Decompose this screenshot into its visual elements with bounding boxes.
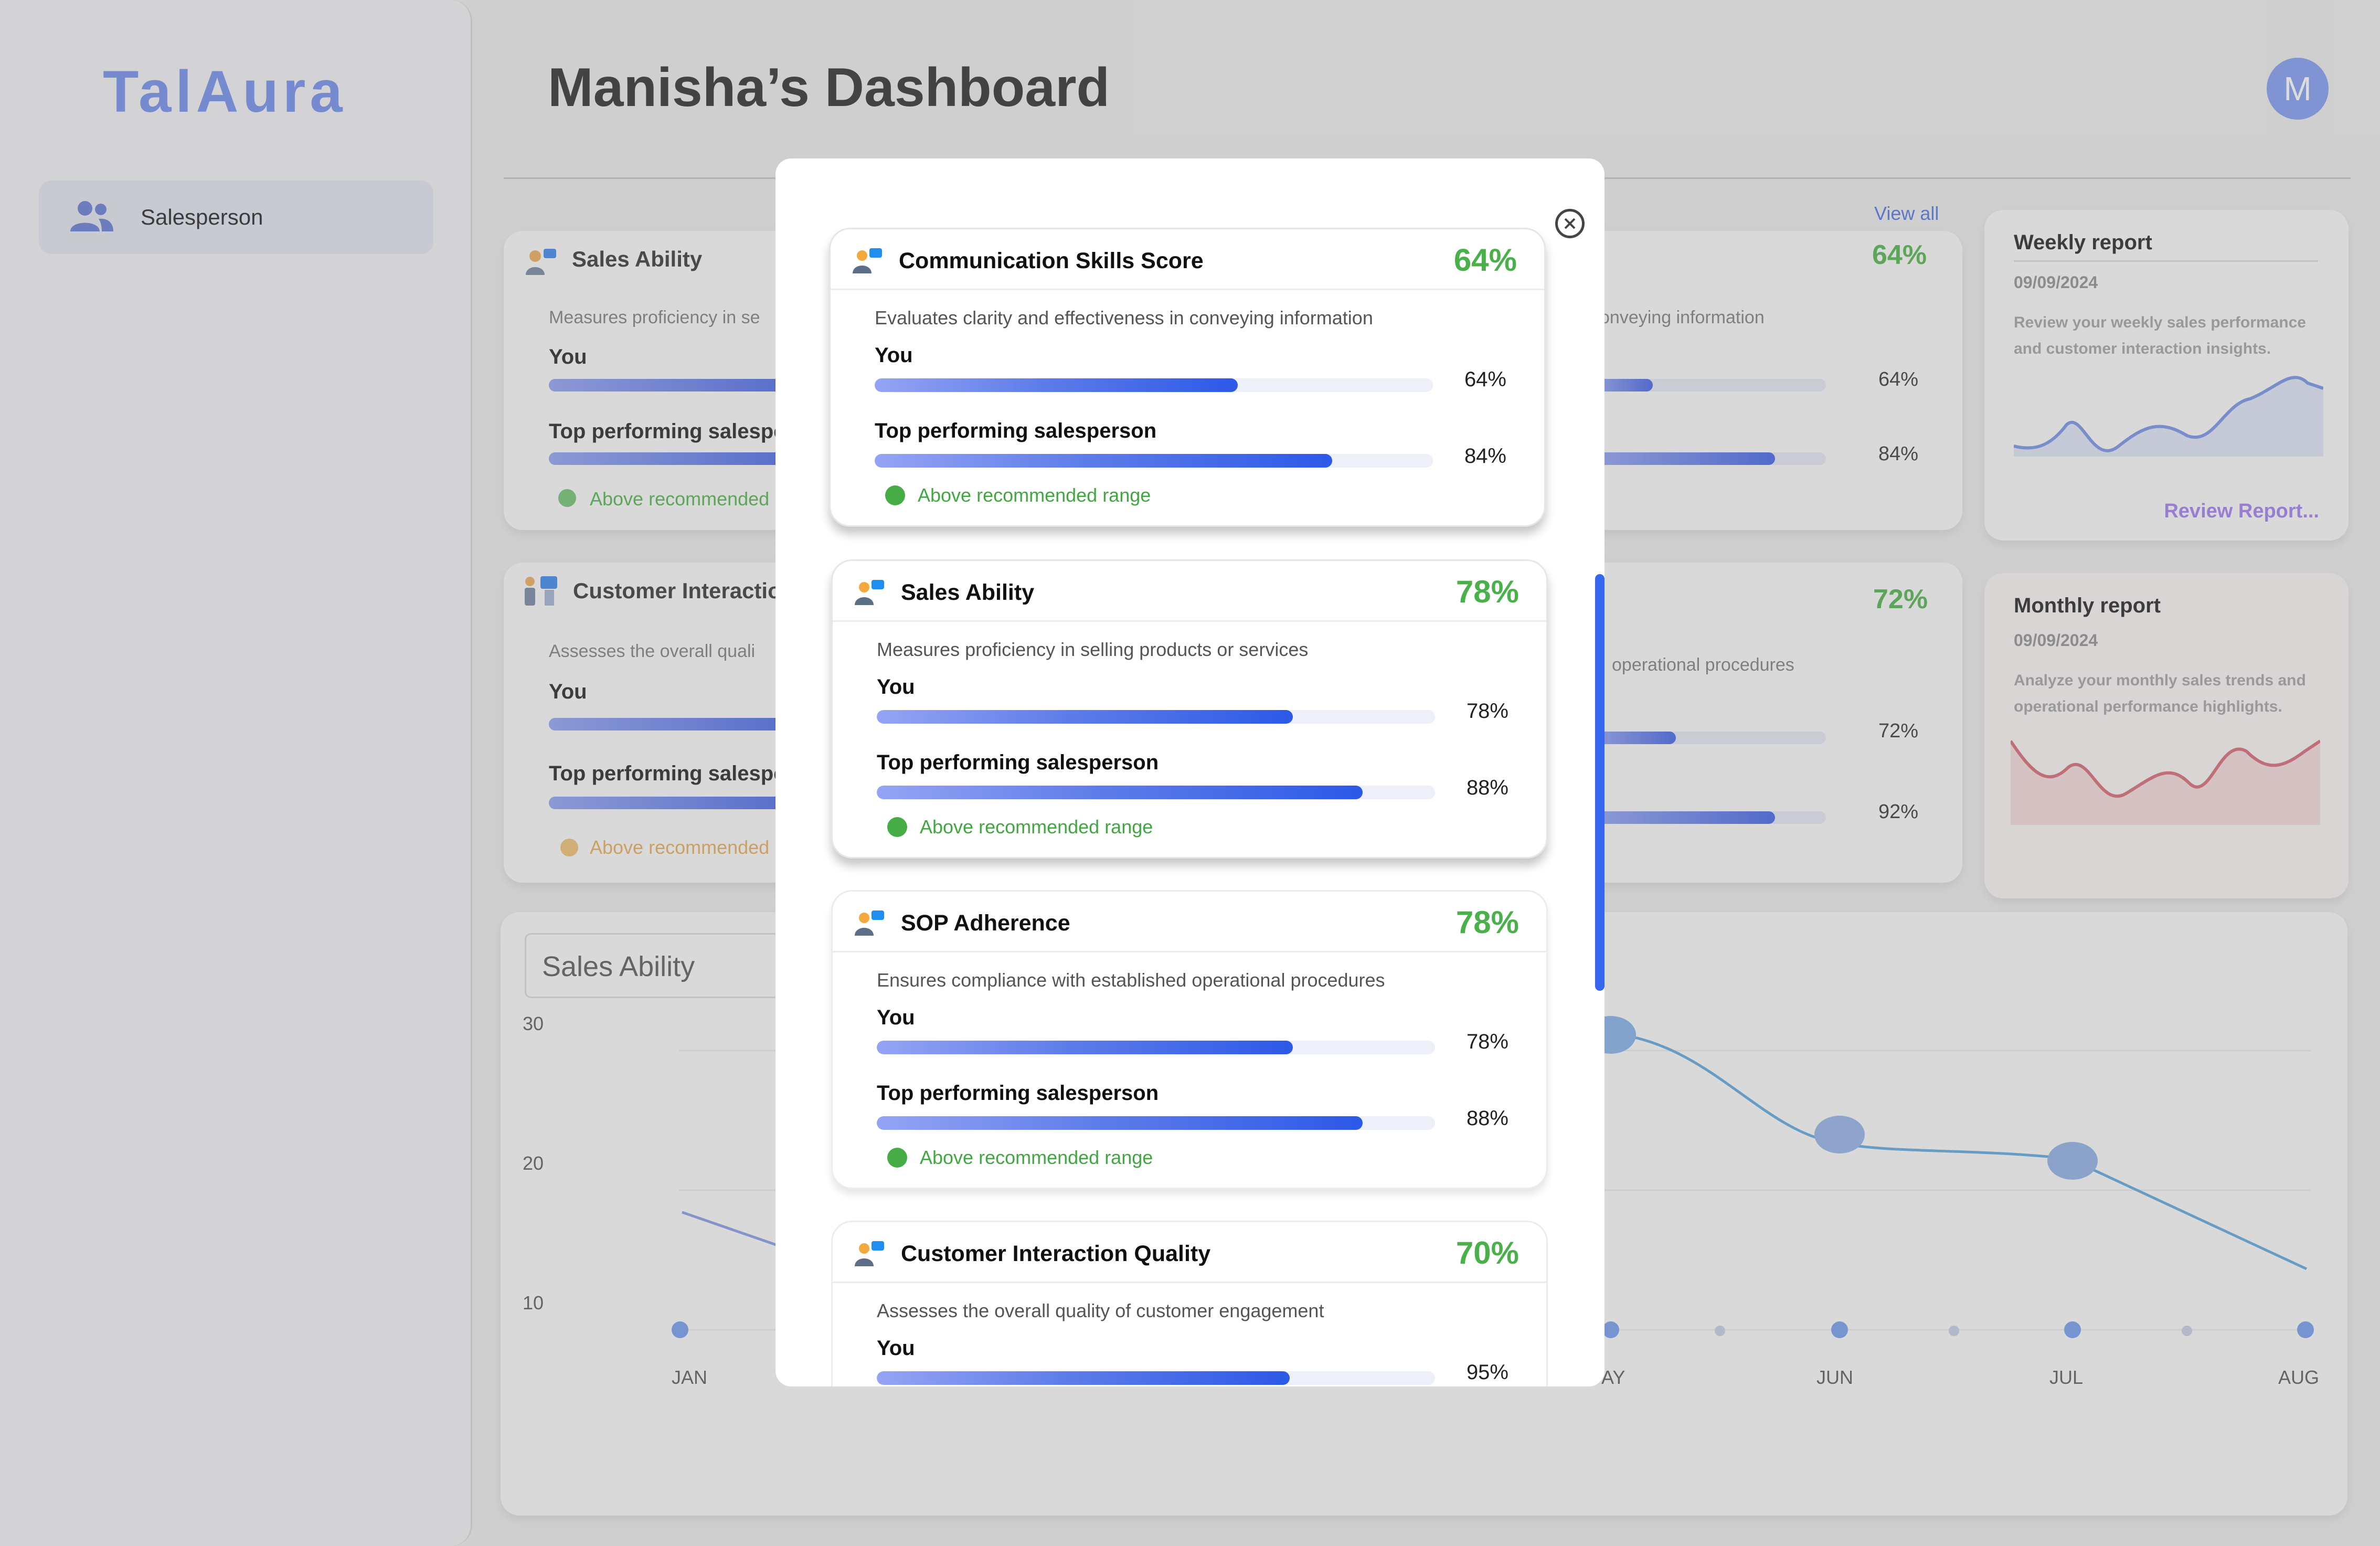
status: Above recommended range [887, 816, 1153, 838]
card-description: Assesses the overall quality of customer… [877, 1300, 1324, 1321]
status-text: Above recommended range [920, 816, 1153, 838]
status-dot [887, 817, 907, 837]
you-value: 78% [1466, 700, 1508, 723]
person-chat-icon [855, 580, 884, 605]
you-label: You [877, 1006, 915, 1029]
you-bar [877, 1041, 1435, 1054]
you-label: You [877, 675, 915, 698]
metric-card-communication-skills[interactable]: Communication Skills Score 64% Evaluates… [829, 228, 1546, 527]
top-value: 88% [1466, 1107, 1508, 1130]
status-text: Above recommended range [920, 1147, 1153, 1168]
top-label: Top performing salesperson [877, 1082, 1159, 1105]
modal-scrollbar[interactable] [1595, 574, 1605, 991]
card-percent: 78% [1455, 574, 1519, 609]
card-description: Measures proficiency in selling products… [877, 639, 1309, 660]
person-chat-icon [853, 248, 882, 273]
you-value: 64% [1464, 368, 1506, 391]
top-bar [877, 786, 1435, 799]
metric-card-sop-adherence[interactable]: SOP Adherence 78% Ensures compliance wit… [831, 890, 1548, 1189]
you-bar [875, 378, 1433, 392]
card-title: SOP Adherence [901, 910, 1070, 936]
you-bar [877, 710, 1435, 724]
status-text: Above recommended range [918, 484, 1151, 506]
you-bar [877, 1371, 1435, 1385]
card-percent: 64% [1453, 242, 1517, 278]
you-value: 78% [1466, 1030, 1508, 1053]
card-title: Communication Skills Score [899, 248, 1204, 273]
card-description: Evaluates clarity and effectiveness in c… [875, 307, 1373, 329]
status-dot [885, 485, 905, 505]
metrics-modal: Communication Skills Score 64% Evaluates… [775, 158, 1605, 1386]
person-chat-icon [855, 1241, 884, 1266]
person-chat-icon [855, 910, 884, 936]
top-bar [877, 1116, 1435, 1130]
card-description: Ensures compliance with established oper… [877, 969, 1385, 991]
status: Above recommended range [887, 1147, 1153, 1169]
you-value: 95% [1466, 1361, 1508, 1384]
top-label: Top performing salesperson [877, 751, 1159, 774]
top-value: 84% [1464, 444, 1506, 468]
top-value: 88% [1466, 776, 1508, 799]
card-percent: 70% [1455, 1235, 1519, 1270]
card-percent: 78% [1455, 905, 1519, 940]
you-label: You [875, 344, 913, 367]
top-label: Top performing salesperson [875, 419, 1157, 442]
status: Above recommended range [885, 484, 1151, 506]
you-label: You [877, 1337, 915, 1360]
metric-card-customer-interaction-quality[interactable]: Customer Interaction Quality 70% Assesse… [831, 1221, 1548, 1386]
metric-card-sales-ability[interactable]: Sales Ability 78% Measures proficiency i… [831, 559, 1548, 859]
card-title: Sales Ability [901, 580, 1035, 605]
top-bar [875, 454, 1433, 468]
close-icon[interactable] [1555, 209, 1585, 238]
card-title: Customer Interaction Quality [901, 1241, 1211, 1266]
status-dot [887, 1148, 907, 1168]
